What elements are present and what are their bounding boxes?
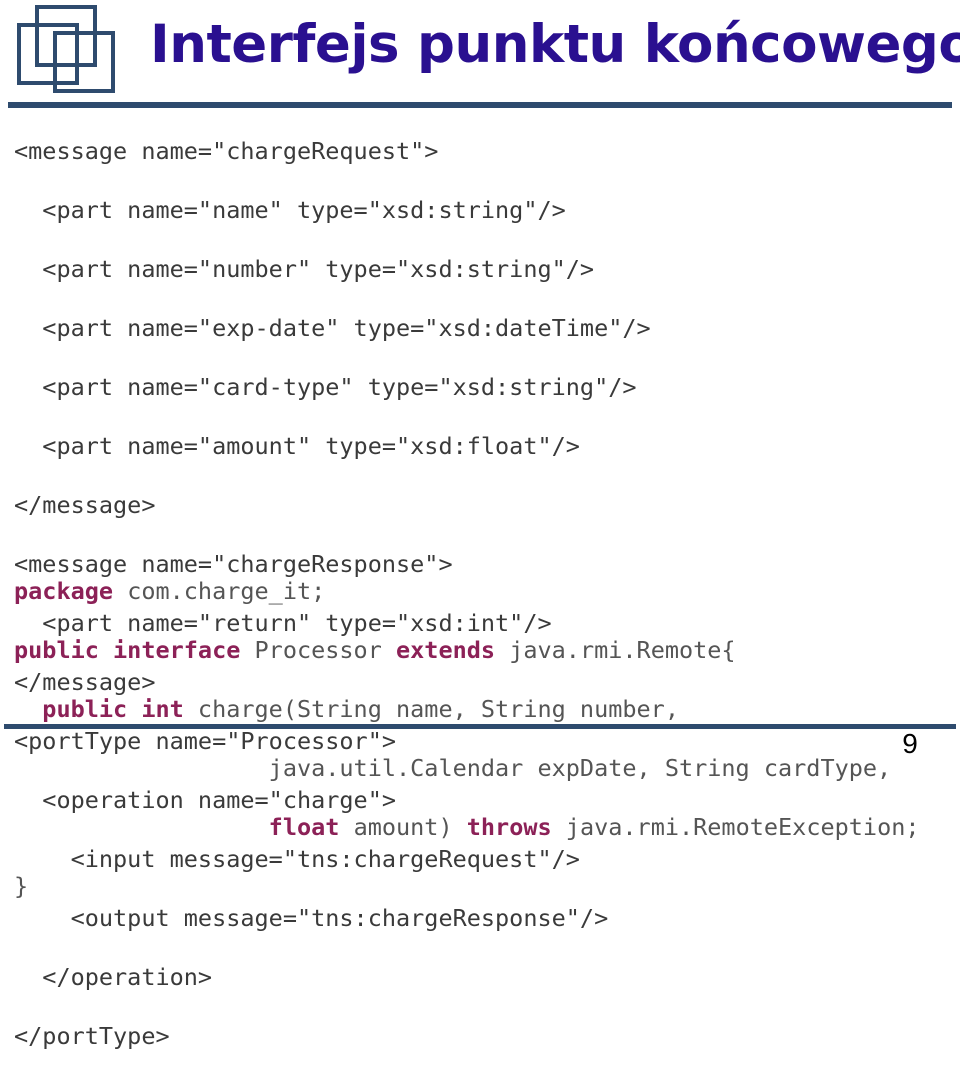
code-line: </message> — [14, 490, 156, 519]
java-keyword: public int — [42, 694, 184, 723]
page-title: Interfejs punktu końcowego — [150, 14, 960, 75]
code-line: </operation> — [14, 962, 213, 991]
code-line: <message name="chargeResponse"> — [14, 549, 453, 578]
code-line: <part name="name" type="xsd:string"/> — [14, 195, 566, 224]
code-line: <message name="chargeRequest"> — [14, 136, 439, 165]
java-text: amount) — [339, 812, 467, 841]
page-number: 9 — [902, 728, 918, 759]
code-line: public int charge(String name, String nu… — [14, 695, 920, 725]
java-keyword: float — [268, 812, 340, 841]
code-line: <part name="amount" type="xsd:float"/> — [14, 431, 580, 460]
java-text: java.rmi.Remote{ — [495, 635, 736, 664]
java-text — [14, 813, 269, 841]
java-text: } — [14, 871, 29, 900]
code-line: public interface Processor extends java.… — [14, 636, 920, 666]
footer-divider — [4, 724, 956, 729]
logo-svg — [17, 5, 115, 93]
header-divider — [8, 102, 952, 108]
slide-header: Interfejs punktu końcowego — [0, 0, 960, 108]
java-text — [14, 695, 42, 723]
code-line: <part name="exp-date" type="xsd:dateTime… — [14, 313, 651, 342]
java-text: java.rmi.RemoteException; — [551, 812, 920, 841]
java-keyword: extends — [396, 635, 496, 664]
java-text: com.charge_it; — [113, 576, 326, 605]
java-text: Processor — [240, 635, 397, 664]
java-text: java.util.Calendar expDate, String cardT… — [14, 753, 892, 782]
code-line: </portType> — [14, 1021, 170, 1050]
java-text: charge(String name, String number, — [183, 694, 679, 723]
code-line: java.util.Calendar expDate, String cardT… — [14, 754, 920, 784]
java-keyword: package — [14, 576, 114, 605]
code-line: } — [14, 872, 920, 902]
code-line: <part name="number" type="xsd:string"/> — [14, 254, 595, 283]
java-keyword: public interface — [14, 635, 241, 664]
code-line: <part name="card-type" type="xsd:string"… — [14, 372, 637, 401]
code-line: package com.charge_it; — [14, 577, 920, 607]
code-line: float amount) throws java.rmi.RemoteExce… — [14, 813, 920, 843]
java-code-block: package com.charge_it; public interface … — [14, 577, 920, 931]
three-overlapping-squares-logo — [11, 3, 131, 103]
java-keyword: throws — [466, 812, 552, 841]
